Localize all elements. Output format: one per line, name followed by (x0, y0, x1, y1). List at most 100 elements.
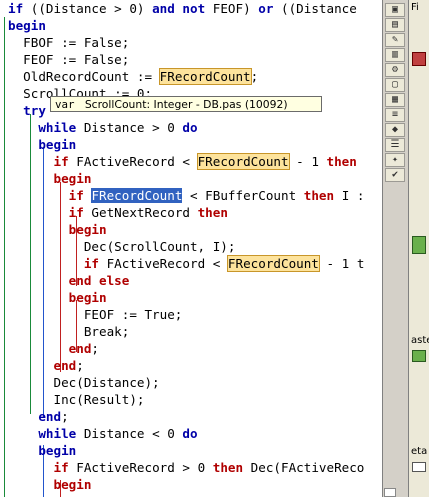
window-icon[interactable]: ▢ (385, 78, 405, 92)
code-line[interactable]: FEOF := False; (8, 51, 129, 68)
keyword-token: try (23, 103, 46, 118)
code-line[interactable]: end else (8, 272, 130, 289)
panel-green-indicator-2[interactable] (412, 350, 426, 362)
code-line[interactable]: begin (8, 476, 92, 493)
code-line[interactable]: while Distance > 0 do (8, 119, 197, 136)
scrollbar-corner[interactable] (384, 488, 396, 497)
code-token: OldRecordCount := (8, 69, 160, 84)
keyword-token: if (68, 188, 84, 203)
keyword-token: end (68, 273, 92, 288)
wand-icon[interactable]: ✦ (385, 153, 405, 167)
keyword-token: if (83, 256, 99, 271)
keyword-token: begin (53, 171, 92, 186)
grid-icon[interactable]: ▦ (385, 93, 405, 107)
code-line[interactable]: begin (8, 17, 46, 34)
code-line[interactable]: begin (8, 289, 107, 306)
code-editor[interactable]: if ((Distance > 0) and not FEOF) or ((Di… (0, 0, 382, 497)
code-line[interactable]: begin (8, 221, 107, 238)
panel-green-indicator[interactable] (412, 236, 426, 254)
hint-tooltip: var ScrollCount: Integer - DB.pas (10092… (50, 96, 322, 112)
keyword-token: while (38, 120, 77, 135)
code-token: FEOF) (205, 1, 259, 16)
check-icon[interactable]: ✔ (385, 168, 405, 182)
code-line[interactable]: end; (8, 357, 84, 374)
code-line[interactable]: OldRecordCount := FRecordCount; (8, 68, 258, 85)
code-token: FBOF := False; (8, 35, 130, 50)
code-line[interactable]: FEOF := True; (8, 306, 183, 323)
keyword-token: begin (53, 477, 92, 492)
identifier-highlight: FRecordCount (158, 68, 252, 85)
code-token: Dec(Distance); (8, 375, 160, 390)
code-line[interactable]: if FActiveRecord < FRecordCount - 1 t (8, 255, 364, 272)
keyword-token: and (152, 1, 175, 16)
panel-section-label-2: eta (411, 446, 428, 457)
code-token: Dec(FActiveReco (243, 460, 365, 475)
code-line[interactable]: FBOF := False; (8, 34, 129, 51)
tool-palette: ▣ ▤ ✎ ▥ ⚙ ▢ ▦ ≡ ◆ ☰ ✦ ✔ (382, 0, 408, 497)
keyword-token: end (53, 358, 77, 373)
code-line[interactable]: Inc(Result); (8, 391, 144, 408)
keyword-token: begin (68, 222, 107, 237)
panel-tab-label[interactable]: Fi (411, 2, 419, 13)
code-line[interactable]: begin (8, 442, 76, 459)
code-line[interactable]: begin (8, 136, 76, 153)
code-line[interactable]: if FActiveRecord < FRecordCount - 1 then (8, 153, 357, 170)
list-icon[interactable]: ≡ (385, 108, 405, 122)
form-icon[interactable]: ▣ (385, 3, 405, 17)
keyword-token: else (99, 273, 130, 288)
code-line[interactable]: begin (8, 170, 92, 187)
keyword-token: if (8, 1, 24, 16)
code-token: GetNextRecord (83, 205, 198, 220)
code-token: < FBufferCount (182, 188, 304, 203)
code-token: FEOF := False; (8, 52, 130, 67)
folder-icon[interactable]: ▤ (385, 18, 405, 32)
keyword-token: if (53, 154, 69, 169)
code-token: ; (250, 69, 259, 84)
code-line[interactable]: if GetNextRecord then (8, 204, 228, 221)
code-token: - 1 (288, 154, 327, 169)
tooltip-text: ScrollCount: Integer - DB.pas (10092) (84, 98, 288, 111)
panel-checkbox[interactable] (412, 462, 426, 472)
keyword-token: begin (8, 18, 46, 33)
code-token: Distance > 0 (76, 120, 183, 135)
code-line[interactable]: if ((Distance > 0) and not FEOF) or ((Di… (8, 0, 357, 17)
code-line[interactable]: Break; (8, 323, 130, 340)
identifier-highlight: FRecordCount (226, 255, 320, 272)
code-token: FActiveRecord < (99, 256, 228, 271)
options-icon[interactable]: ☰ (385, 138, 405, 152)
keyword-token: begin (68, 290, 107, 305)
lock-icon[interactable]: ▥ (385, 48, 405, 62)
code-line[interactable]: Dec(Distance); (8, 374, 160, 391)
code-line[interactable]: Dec(ScrollCount, I); (8, 238, 236, 255)
code-token: ; (91, 341, 100, 356)
code-line[interactable]: end; (8, 340, 99, 357)
code-line[interactable]: end; (8, 408, 68, 425)
keyword-token: if (53, 460, 69, 475)
highlight-icon[interactable]: ◆ (385, 123, 405, 137)
code-line[interactable]: try (8, 102, 46, 119)
keyword-token: then (197, 205, 228, 220)
keyword-token: begin (38, 443, 77, 458)
keyword-token: not (182, 1, 206, 16)
palette-icon[interactable]: ✎ (385, 33, 405, 47)
component-icon[interactable]: ⚙ (385, 63, 405, 77)
code-line[interactable]: if FActiveRecord > 0 then Dec(FActiveRec… (8, 459, 365, 476)
keyword-token: or (258, 1, 274, 16)
code-token: ((Distance > 0) (23, 1, 153, 16)
code-token: ; (76, 358, 84, 373)
code-line[interactable]: if FRecordCount < FBufferCount then I : (8, 187, 364, 204)
code-token: I : (334, 188, 365, 203)
keyword-token: while (38, 426, 77, 441)
panel-color-swatch[interactable] (412, 52, 426, 66)
code-line[interactable]: while Distance < 0 do (8, 425, 197, 442)
code-token: ((Distance (273, 1, 357, 16)
